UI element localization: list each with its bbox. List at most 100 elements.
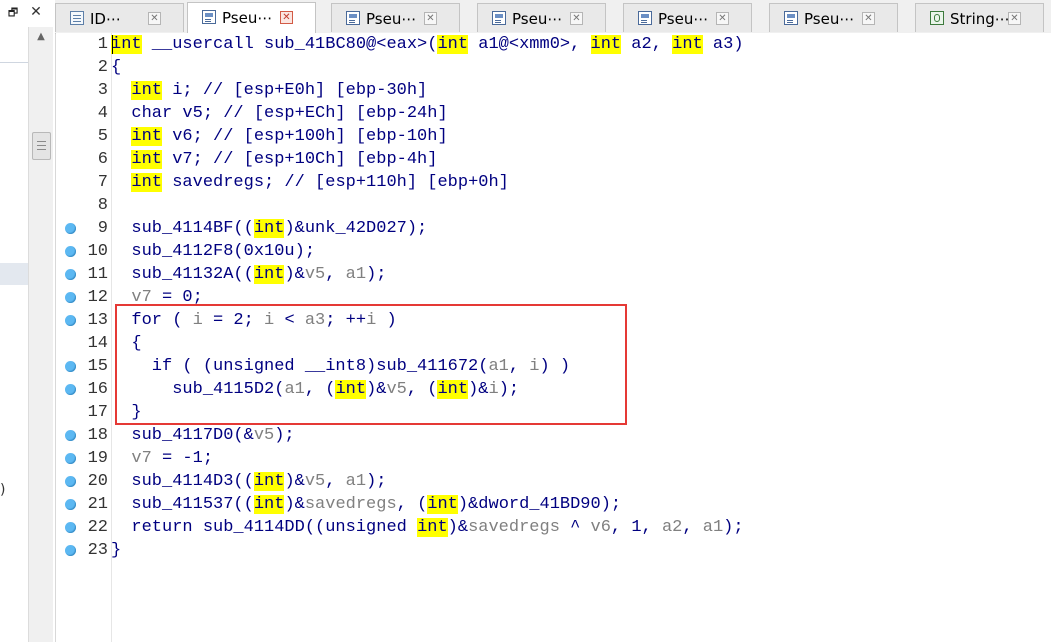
close-icon[interactable]: ✕ [862, 12, 875, 25]
tab-pseudocode[interactable]: Pseu⋯ ✕ [623, 3, 752, 32]
close-icon[interactable]: ✕ [148, 12, 161, 25]
code-line[interactable]: 4 char v5; // [esp+ECh] [ebp-24h] [56, 102, 1051, 125]
breakpoint-dot-icon[interactable] [65, 545, 76, 556]
close-icon[interactable]: ✕ [570, 12, 583, 25]
breakpoint-dot-icon[interactable] [65, 292, 76, 303]
code-token: ; ++ [325, 311, 367, 330]
code-token: ) [376, 311, 397, 330]
line-number: 16 [87, 380, 108, 399]
tab-label: Pseu⋯ [512, 10, 563, 28]
variable-token: v7 [131, 288, 152, 307]
code-line[interactable]: 13 for ( i = 2; i < a3; ++i ) [56, 309, 1051, 332]
code-token: { [111, 334, 142, 353]
scrollbar-thumb[interactable] [32, 132, 51, 160]
variable-token: a3 [304, 311, 326, 330]
tab-strings[interactable]: String⋯ ✕ [915, 3, 1044, 32]
variable-token: v6 [590, 518, 611, 537]
close-icon[interactable]: ✕ [1008, 12, 1021, 25]
breakpoint-dot-icon[interactable] [65, 384, 76, 395]
breakpoint-dot-icon[interactable] [65, 269, 76, 280]
code-line[interactable]: 14 { [56, 332, 1051, 355]
tab-ida-view[interactable]: ID⋯ ✕ [55, 3, 184, 32]
restore-window-icon[interactable]: 🗗 [6, 6, 20, 20]
code-text: sub_4114D3((int)&v5, a1); [111, 470, 386, 493]
close-icon[interactable]: ✕ [424, 12, 437, 25]
code-line[interactable]: 22 return sub_4114DD((unsigned int)&save… [56, 516, 1051, 539]
tab-pseudocode[interactable]: Pseu⋯ ✕ [769, 3, 898, 32]
code-line[interactable]: 12 v7 = 0; [56, 286, 1051, 309]
line-number: 7 [97, 173, 108, 192]
code-line[interactable]: 2{ [56, 56, 1051, 79]
keyword-int: int [131, 127, 163, 146]
pseudocode-icon [638, 11, 652, 25]
scroll-up-arrow-icon[interactable]: ▲ [29, 29, 53, 45]
variable-token: a1 [702, 518, 724, 537]
code-text: return sub_4114DD((unsigned int)&savedre… [111, 516, 744, 539]
code-line[interactable]: 9 sub_4114BF((int)&unk_42D027); [56, 217, 1051, 240]
code-line[interactable]: 19 v7 = -1; [56, 447, 1051, 470]
breakpoint-dot-icon[interactable] [65, 223, 76, 234]
code-text: sub_41132A((int)&v5, a1); [111, 263, 386, 286]
code-token: ); [498, 380, 520, 399]
pseudocode-icon [202, 10, 216, 24]
variable-token: v7 [131, 449, 152, 468]
code-line[interactable]: 23} [56, 539, 1051, 562]
breakpoint-dot-icon[interactable] [65, 315, 76, 326]
close-icon[interactable]: ✕ [716, 12, 729, 25]
code-token: savedregs; // [esp+110h] [ebp+0h] [162, 173, 509, 192]
code-line[interactable]: 7 int savedregs; // [esp+110h] [ebp+0h] [56, 171, 1051, 194]
code-line[interactable]: 15 if ( (unsigned __int8)sub_411672(a1, … [56, 355, 1051, 378]
pseudocode-icon [346, 11, 360, 25]
code-token: i; // [esp+E0h] [ebp-30h] [162, 81, 428, 100]
close-icon[interactable]: ✕ [280, 11, 293, 24]
line-number: 13 [87, 311, 108, 330]
code-line[interactable]: 1 int __usercall sub_41BC80@<eax>(int a1@… [56, 33, 1051, 56]
keyword-int: int [253, 472, 285, 491]
vertical-scrollbar[interactable]: ▲ [28, 27, 53, 642]
line-number: 19 [87, 449, 108, 468]
code-token: sub_4112F8(0x10u); [111, 242, 316, 261]
strings-icon [930, 11, 944, 25]
keyword-int: int [111, 35, 142, 54]
code-token: sub_411537(( [111, 495, 254, 514]
breakpoint-dot-icon[interactable] [65, 476, 76, 487]
breakpoint-dot-icon[interactable] [65, 430, 76, 441]
variable-token: v5 [304, 472, 326, 491]
code-line[interactable]: 16 sub_4115D2(a1, (int)&v5, (int)&i); [56, 378, 1051, 401]
code-token: ); [274, 426, 295, 445]
breakpoint-dot-icon[interactable] [65, 246, 76, 257]
code-line[interactable]: 8 [56, 194, 1051, 217]
breakpoint-dot-icon[interactable] [65, 361, 76, 372]
code-line[interactable]: 18 sub_4117D0(&v5); [56, 424, 1051, 447]
keyword-int: int [131, 150, 163, 169]
code-token: ); [366, 265, 387, 284]
code-line[interactable]: 3 int i; // [esp+E0h] [ebp-30h] [56, 79, 1051, 102]
code-line[interactable]: 10 sub_4112F8(0x10u); [56, 240, 1051, 263]
breakpoint-dot-icon[interactable] [65, 499, 76, 510]
code-line[interactable]: 11 sub_41132A((int)&v5, a1); [56, 263, 1051, 286]
code-text: char v5; // [esp+ECh] [ebp-24h] [111, 102, 447, 125]
close-panel-icon[interactable]: ✕ [28, 4, 44, 20]
code-line[interactable]: 17 } [56, 401, 1051, 424]
breakpoint-dot-icon[interactable] [65, 522, 76, 533]
code-line[interactable]: 6 int v7; // [esp+10Ch] [ebp-4h] [56, 148, 1051, 171]
pseudocode-view[interactable]: 1 int __usercall sub_41BC80@<eax>(int a1@… [56, 33, 1051, 642]
code-line[interactable]: 5 int v6; // [esp+100h] [ebp-10h] [56, 125, 1051, 148]
panel-selected-row[interactable] [0, 263, 28, 285]
code-token: )& [468, 380, 489, 399]
code-text: sub_411537((int)&savedregs, (int)&dword_… [111, 493, 621, 516]
code-text: int i; // [esp+E0h] [ebp-30h] [111, 79, 427, 102]
tab-pseudocode-active[interactable]: Pseu⋯ ✕ [187, 2, 316, 33]
tab-pseudocode[interactable]: Pseu⋯ ✕ [331, 3, 460, 32]
tab-pseudocode[interactable]: Pseu⋯ ✕ [477, 3, 606, 32]
keyword-int: int [417, 518, 448, 537]
code-line[interactable]: 20 sub_4114D3((int)&v5, a1); [56, 470, 1051, 493]
breakpoint-dot-icon[interactable] [65, 453, 76, 464]
tab-label: Pseu⋯ [222, 9, 273, 27]
keyword-int: int [253, 495, 285, 514]
keyword-int: int [253, 265, 285, 284]
line-number: 3 [97, 81, 108, 100]
code-line[interactable]: 21 sub_411537((int)&savedregs, (int)&dwo… [56, 493, 1051, 516]
